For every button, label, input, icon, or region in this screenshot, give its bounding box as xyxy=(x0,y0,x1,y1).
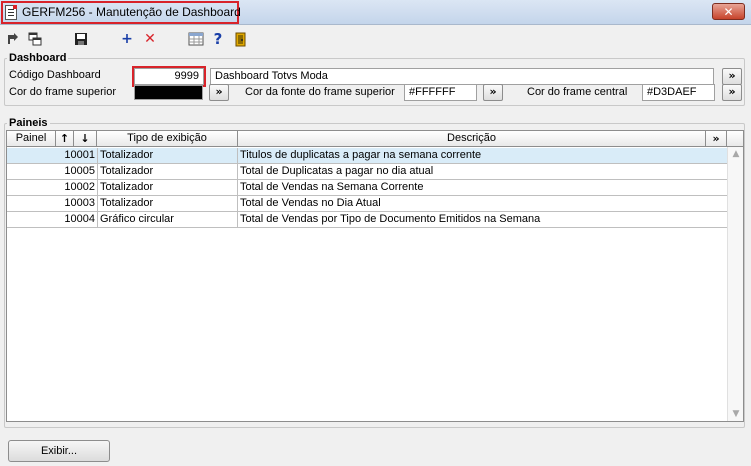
tipo-cell: Totalizador xyxy=(98,148,238,163)
columns-more-button[interactable]: » xyxy=(706,131,727,147)
back-arrow-icon[interactable] xyxy=(4,30,22,48)
sort-up-button[interactable]: ↑ xyxy=(56,131,74,147)
windows-icon[interactable] xyxy=(26,30,44,48)
cor-fonte-label: Cor da fonte do frame superior xyxy=(245,86,395,98)
cor-frame-superior-swatch[interactable] xyxy=(134,85,203,100)
painel-cell: 10003 xyxy=(7,196,98,211)
exit-icon[interactable] xyxy=(232,30,250,48)
cor-frame-superior-label: Cor do frame superior xyxy=(9,86,116,98)
table-row[interactable]: 10004 Gráfico circular Total de Vendas p… xyxy=(7,212,727,228)
cor-frame-superior-more-button[interactable]: » xyxy=(209,84,229,101)
paineis-grid: Painel ↑ ↓ Tipo de exibição Descrição » … xyxy=(6,130,744,422)
delete-icon[interactable]: ✕ xyxy=(141,30,159,48)
save-icon[interactable] xyxy=(72,30,90,48)
descricao-cell: Total de Vendas por Tipo de Documento Em… xyxy=(240,213,541,225)
grid-header: Painel ↑ ↓ Tipo de exibição Descrição » xyxy=(7,131,743,147)
add-icon[interactable]: + xyxy=(118,30,136,48)
col-tipo-header[interactable]: Tipo de exibição xyxy=(97,131,238,147)
cor-frame-central-input[interactable]: #D3DAEF xyxy=(642,84,715,101)
painel-cell: 10004 xyxy=(7,212,98,227)
descricao-dashboard-input[interactable]: Dashboard Totvs Moda xyxy=(210,68,714,85)
table-row[interactable]: 10005 Totalizador Total de Duplicatas a … xyxy=(7,164,727,180)
document-icon xyxy=(5,5,17,20)
table-row[interactable]: 10003 Totalizador Total de Vendas no Dia… xyxy=(7,196,727,212)
toolbar: + ✕ ? xyxy=(0,27,751,51)
cor-fonte-input[interactable]: #FFFFFF xyxy=(404,84,477,101)
table-row[interactable]: 10001 Totalizador Titulos de duplicatas … xyxy=(7,148,727,164)
help-icon[interactable]: ? xyxy=(209,30,227,48)
scroll-up-icon[interactable]: ▲ xyxy=(731,149,741,159)
descricao-cell: Total de Vendas na Semana Corrente xyxy=(240,181,424,193)
cor-fonte-more-button[interactable]: » xyxy=(483,84,503,101)
cor-frame-central-label: Cor do frame central xyxy=(527,86,628,98)
descricao-cell: Total de Vendas no Dia Atual xyxy=(240,197,381,209)
title-bar: GERFM256 - Manutenção de Dashboard ✕ xyxy=(0,0,751,25)
grid-icon[interactable] xyxy=(187,30,205,48)
painel-cell: 10002 xyxy=(7,180,98,195)
descricao-cell: Total de Duplicatas a pagar no dia atual xyxy=(240,165,434,177)
close-button[interactable]: ✕ xyxy=(712,3,745,20)
painel-cell: 10005 xyxy=(7,164,98,179)
tipo-cell: Totalizador xyxy=(98,196,238,211)
scroll-down-icon[interactable]: ▼ xyxy=(731,409,741,419)
descricao-cell: Titulos de duplicatas a pagar na semana … xyxy=(240,149,482,161)
codigo-dashboard-label: Código Dashboard xyxy=(9,69,101,81)
col-painel-header[interactable]: Painel xyxy=(7,131,56,147)
codigo-highlight-box xyxy=(132,66,206,87)
tipo-cell: Gráfico circular xyxy=(98,212,238,227)
dashboard-group-label: Dashboard xyxy=(7,52,69,64)
descricao-more-button[interactable]: » xyxy=(722,68,742,85)
sort-down-button[interactable]: ↓ xyxy=(74,131,97,147)
cor-frame-central-more-button[interactable]: » xyxy=(722,84,742,101)
col-descricao-header[interactable]: Descrição xyxy=(238,131,706,147)
exibir-button[interactable]: Exibir... xyxy=(8,440,110,462)
painel-cell: 10001 xyxy=(7,148,98,163)
tipo-cell: Totalizador xyxy=(98,180,238,195)
window-title: GERFM256 - Manutenção de Dashboard xyxy=(22,5,241,19)
vertical-scrollbar[interactable]: ▲ ▼ xyxy=(727,147,743,421)
paineis-group-label: Paineis xyxy=(7,117,50,129)
tipo-cell: Totalizador xyxy=(98,164,238,179)
table-row[interactable]: 10002 Totalizador Total de Vendas na Sem… xyxy=(7,180,727,196)
